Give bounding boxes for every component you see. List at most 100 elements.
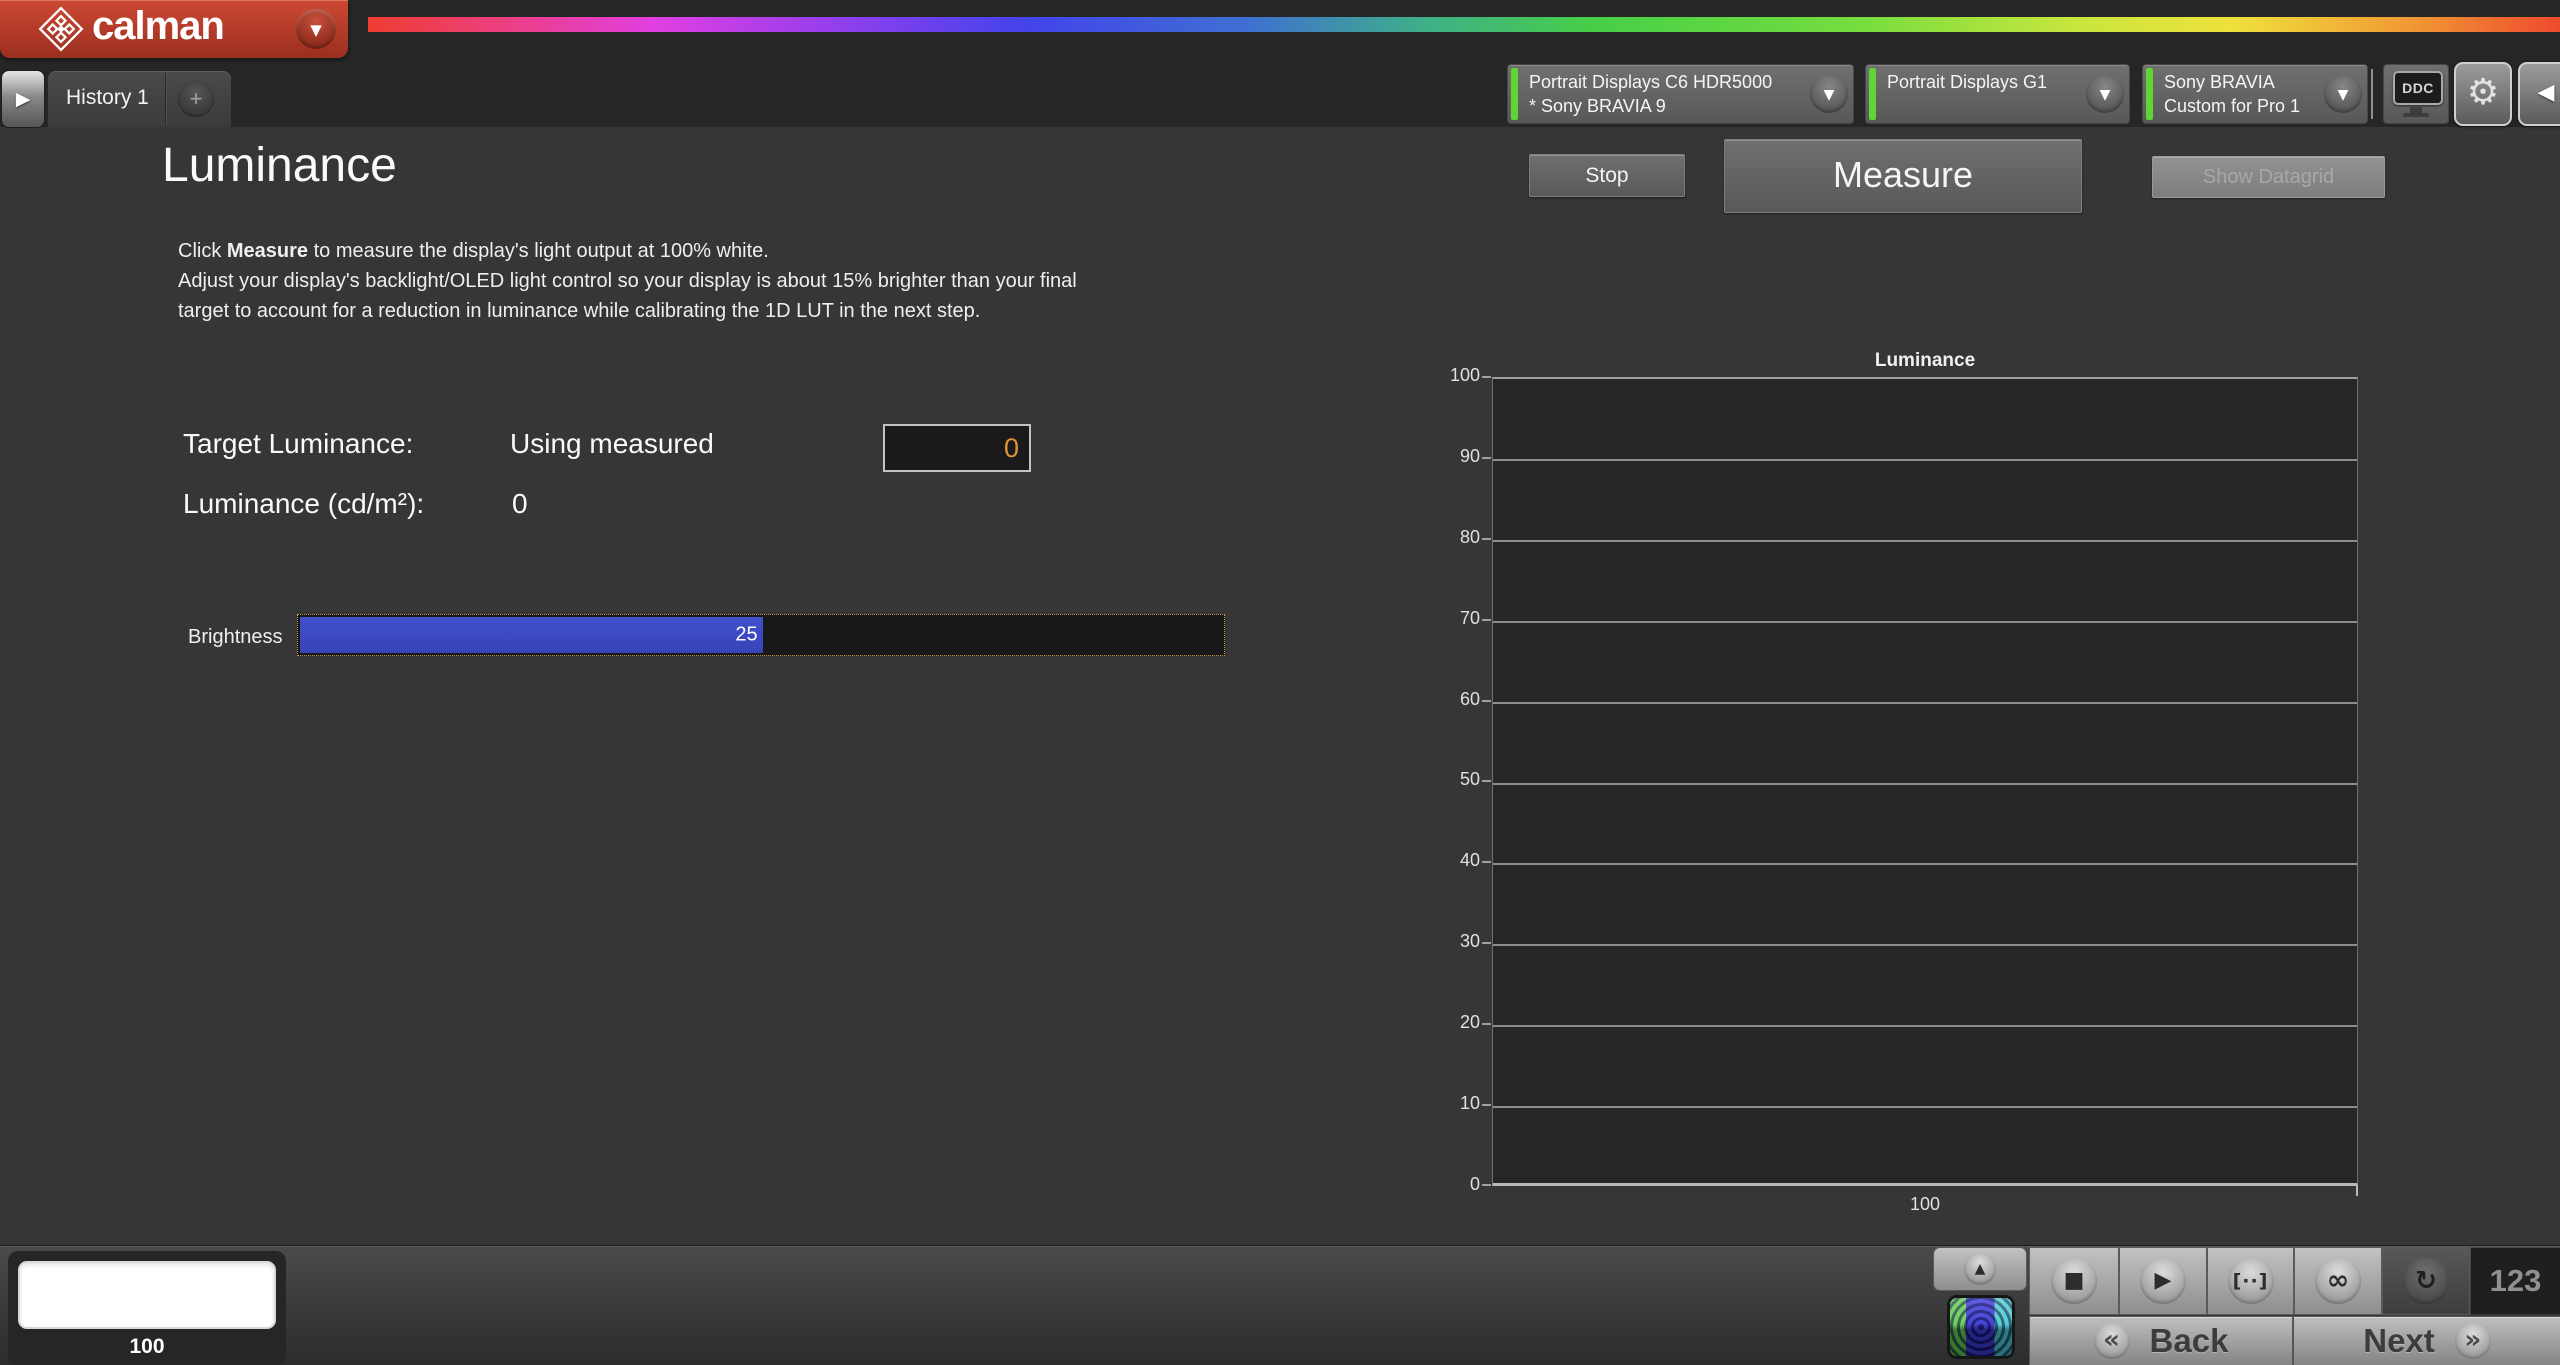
brightness-label: Brightness bbox=[188, 626, 283, 648]
instructions-line-2: Adjust your display's backlight/OLED lig… bbox=[178, 270, 1077, 292]
calman-logo-icon bbox=[38, 6, 84, 52]
y-axis-tick bbox=[1482, 780, 1491, 782]
x-axis-tick bbox=[2356, 1186, 2358, 1196]
brightness-slider-fill bbox=[300, 617, 763, 653]
instructions-text: Click Measure to measure the display's l… bbox=[178, 236, 1077, 326]
gridline bbox=[1493, 1025, 2357, 1027]
ddc-monitor-icon: DDC bbox=[2393, 71, 2443, 105]
target-luminance-label: Target Luminance: bbox=[183, 428, 414, 459]
meter-connected-indicator bbox=[1511, 68, 1518, 120]
transport-continuous-button[interactable]: ∞ bbox=[2295, 1248, 2381, 1314]
pattern-preview[interactable] bbox=[18, 1261, 276, 1329]
ddc-button[interactable]: DDC bbox=[2384, 65, 2448, 123]
brand-chevron-down-icon[interactable]: ▼ bbox=[296, 9, 336, 49]
meter-selector[interactable]: Portrait Displays C6 HDR5000 * Sony BRAV… bbox=[1508, 65, 1853, 123]
y-axis-tick-label: 10 bbox=[1459, 1093, 1480, 1113]
pattern-thumbnail[interactable] bbox=[1947, 1295, 2015, 1359]
page-title: Luminance bbox=[162, 139, 397, 192]
transport-play-button[interactable]: ▶ bbox=[2120, 1248, 2206, 1314]
gridline bbox=[1493, 944, 2357, 946]
meter-chevron-down-icon[interactable]: ▼ bbox=[1810, 75, 1848, 113]
show-datagrid-button[interactable]: Show Datagrid bbox=[2152, 156, 2385, 198]
double-chevron-left-icon: « bbox=[2093, 1323, 2130, 1359]
y-axis-tick bbox=[1482, 1104, 1491, 1106]
chevron-up-icon: ▲ bbox=[1964, 1253, 1996, 1285]
y-axis-tick-label: 70 bbox=[1459, 608, 1480, 628]
instructions-line-3: target to account for a reduction in lum… bbox=[178, 300, 981, 322]
measure-button[interactable]: Measure bbox=[1724, 139, 2082, 213]
display-mode-name: Custom for Pro 1 bbox=[2164, 96, 2301, 116]
stop-button[interactable]: Stop bbox=[1529, 154, 1685, 197]
y-axis-tick bbox=[1482, 457, 1491, 459]
target-luminance-input[interactable] bbox=[883, 424, 1031, 472]
source-name: Portrait Displays G1 bbox=[1887, 72, 2048, 92]
y-axis-tick bbox=[1482, 1184, 1491, 1186]
source-connected-indicator bbox=[1869, 68, 1876, 120]
ddc-monitor-base bbox=[2403, 113, 2429, 117]
source-selector[interactable]: Portrait Displays G1 ▼ bbox=[1866, 65, 2129, 123]
pattern-preview-panel: 100 bbox=[8, 1251, 286, 1365]
y-axis-tick bbox=[1482, 376, 1491, 378]
add-tab-button[interactable]: + bbox=[178, 81, 214, 117]
double-chevron-right-icon: » bbox=[2454, 1323, 2491, 1359]
y-axis-tick bbox=[1482, 942, 1491, 944]
rainbow-gradient-bar bbox=[368, 17, 2560, 32]
gridline bbox=[1493, 1106, 2357, 1108]
calman-menu-button[interactable]: calman ▼ bbox=[0, 0, 348, 58]
session-panel-expand-button[interactable]: ▶ bbox=[2, 71, 44, 127]
y-axis-tick bbox=[1482, 1023, 1491, 1025]
gridline bbox=[1493, 621, 2357, 623]
gear-icon: ⚙ bbox=[2466, 72, 2500, 113]
tab-divider bbox=[165, 73, 166, 125]
y-axis-tick-label: 80 bbox=[1459, 527, 1480, 547]
luminance-value: 0 bbox=[512, 488, 528, 519]
y-axis-tick-label: 100 bbox=[1449, 365, 1480, 385]
tab-history-1[interactable]: History 1 + bbox=[48, 71, 231, 127]
luminance-label: Luminance (cd/m²): bbox=[183, 488, 425, 519]
display-name: Sony BRAVIA bbox=[2164, 72, 2275, 92]
x-axis-tick-label: 100 bbox=[1909, 1194, 1941, 1214]
meter-target-name: * Sony BRAVIA 9 bbox=[1529, 96, 1666, 116]
brightness-slider[interactable]: 25 bbox=[297, 614, 1225, 656]
y-axis-tick-label: 30 bbox=[1459, 931, 1480, 951]
source-chevron-down-icon[interactable]: ▼ bbox=[2086, 75, 2124, 113]
calman-app-window: calman ▼ ▶ History 1 + Portrait Displays… bbox=[0, 0, 2560, 1365]
y-axis-tick bbox=[1482, 861, 1491, 863]
tab-history-1-label: History 1 bbox=[66, 86, 149, 109]
settings-button[interactable]: ⚙ bbox=[2454, 62, 2512, 126]
back-button[interactable]: « Back bbox=[2030, 1317, 2292, 1365]
display-selector[interactable]: Sony BRAVIA Custom for Pro 1 ▼ bbox=[2143, 65, 2367, 123]
transport-stop-button[interactable]: ■ bbox=[2030, 1248, 2118, 1314]
top-header: calman ▼ ▶ History 1 + Portrait Displays… bbox=[0, 0, 2560, 127]
target-luminance-mode: Using measured bbox=[510, 428, 714, 459]
pattern-thumbnail-shade bbox=[1950, 1298, 2012, 1356]
refresh-icon: ↻ bbox=[2403, 1258, 2449, 1304]
expand-pattern-controls-button[interactable]: ▲ bbox=[1934, 1248, 2026, 1290]
stop-icon: ■ bbox=[2051, 1258, 2097, 1304]
interval-icon: [··] bbox=[2227, 1258, 2274, 1304]
y-axis-tick-label: 50 bbox=[1459, 769, 1480, 789]
toolbar-separator bbox=[2371, 69, 2373, 119]
display-chevron-down-icon[interactable]: ▼ bbox=[2324, 75, 2362, 113]
chart-title: Luminance bbox=[1874, 350, 1976, 371]
y-axis-tick bbox=[1482, 538, 1491, 540]
transport-sync-button[interactable]: ↻ bbox=[2383, 1248, 2469, 1314]
infinity-icon: ∞ bbox=[2315, 1258, 2361, 1304]
collapse-toolbar-button[interactable]: ◀ bbox=[2518, 62, 2560, 126]
transport-interval-button[interactable]: [··] bbox=[2208, 1248, 2293, 1314]
measurement-counter: 123 bbox=[2471, 1248, 2560, 1314]
y-axis-tick-label: 60 bbox=[1459, 689, 1480, 709]
gridline bbox=[1493, 863, 2357, 865]
brightness-slider-value: 25 bbox=[735, 623, 758, 646]
instructions-line-1: Click Measure to measure the display's l… bbox=[178, 240, 769, 262]
y-axis-tick-label: 20 bbox=[1459, 1012, 1480, 1032]
brand-name: calman bbox=[92, 4, 225, 48]
y-axis-tick-label: 90 bbox=[1459, 446, 1480, 466]
gridline bbox=[1493, 783, 2357, 785]
next-button-label: Next bbox=[2363, 1322, 2435, 1359]
next-button[interactable]: Next » bbox=[2294, 1317, 2560, 1365]
y-axis-tick-label: 40 bbox=[1459, 850, 1480, 870]
y-axis-tick bbox=[1482, 619, 1491, 621]
pattern-level-label: 100 bbox=[129, 1335, 165, 1358]
luminance-chart-plot-area bbox=[1492, 377, 2358, 1186]
